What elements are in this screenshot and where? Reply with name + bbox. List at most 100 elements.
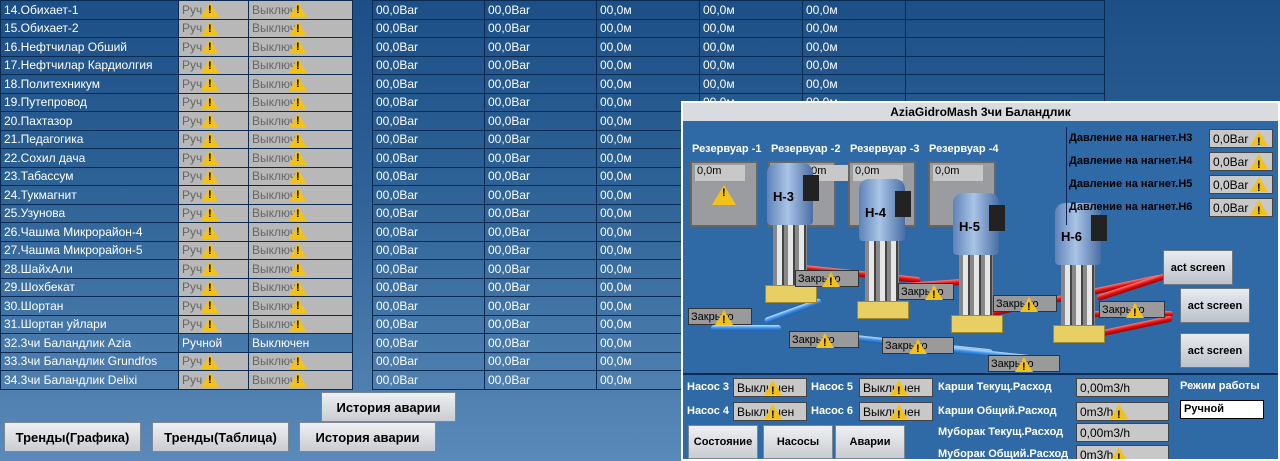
pressure-in-cell: 00,0Bar (372, 37, 485, 57)
pressure-out-cell-text: 00,0Bar (488, 206, 531, 221)
pressure-out-cell: 00,0Bar (484, 55, 597, 75)
warning-icon (822, 272, 840, 291)
station-name-cell: 24.Тукмагнит (0, 185, 179, 205)
level-1-cell-text: 00,0м (600, 2, 632, 17)
state-cell: Выключ (248, 296, 353, 316)
valve-status[interactable]: Закрыто (993, 295, 1057, 316)
reservoir-3-label: Резервуар -3 (850, 143, 920, 155)
mode-cell: Руч (178, 370, 249, 390)
pressure-in-cell: 00,0Bar (372, 203, 485, 223)
level-3-cell-text: 00,0м (806, 58, 838, 73)
warning-icon (201, 279, 219, 295)
pressure-in-cell-text: 00,0Bar (376, 76, 419, 91)
state-cell-text: Выключен (252, 335, 310, 350)
valve-status[interactable]: Закрыто (795, 270, 859, 291)
pressure-in-cell: 00,0Bar (372, 55, 485, 75)
mode-cell-text: Руч (182, 95, 203, 110)
karshi-total-flow-value: 0m3/h (1076, 402, 1169, 425)
mode-cell: Руч (178, 74, 249, 94)
pump-h5[interactable]: Н-5 (947, 193, 1007, 335)
trends-graph-button[interactable]: Тренды(Графика) (4, 422, 141, 452)
valve-status[interactable]: Закрыто (882, 337, 954, 358)
act-screen-button-3[interactable]: act screen (1180, 333, 1250, 368)
level-1-cell: 00,0м (596, 37, 700, 57)
warning-icon (201, 150, 219, 165)
warning-icon (715, 310, 733, 329)
level-1-cell-text: 00,0м (600, 169, 632, 184)
valve-status[interactable]: Закрыто (898, 283, 954, 304)
table-row[interactable]: 17.Нефтчилар Кардиолгия Руч Выключ 00,0Bar 0… (0, 55, 1105, 75)
state-cell: Выключ (248, 240, 353, 260)
station-name-cell: 20.Пахтазор (0, 111, 179, 131)
valve-status[interactable]: Закрыто (688, 308, 752, 329)
pressure-out-cell: 00,0Bar (484, 351, 597, 371)
alarms-tab-button[interactable]: Аварии (835, 425, 905, 459)
pressure-in-cell-text: 00,0Bar (376, 187, 419, 202)
pump-base (857, 301, 909, 319)
warning-icon (289, 2, 307, 17)
valve-status[interactable]: Закрыто (1099, 301, 1165, 322)
mode-cell: Руч (178, 259, 249, 279)
act-screen-button-1[interactable]: act screen (1163, 250, 1233, 285)
valve-status[interactable]: Закрыто (988, 355, 1060, 376)
pressure-out-cell: 00,0Bar (484, 148, 597, 168)
empty-cell (905, 37, 1105, 57)
pressure-h4-label: Давление на нагнет.Н4 (1069, 155, 1193, 167)
level-2-cell-text: 00,0м (703, 76, 735, 91)
state-cell: Выключ (248, 259, 353, 279)
station-name-cell-text: 28.ШайхАли (4, 261, 73, 276)
mode-cell-text: Руч (182, 354, 203, 369)
panel-title: AziaGidroMash 3чи Баландлик (683, 103, 1278, 121)
mode-cell: Руч (178, 18, 249, 38)
pump-h6[interactable]: Н-6 (1049, 203, 1109, 345)
warning-icon (201, 2, 219, 17)
pressure-out-cell-text: 00,0Bar (488, 113, 531, 128)
table-row[interactable]: 16.Нефтчилар Обший Руч Выключ 00,0Bar 00,0Ba… (0, 37, 1105, 57)
state-tab-button[interactable]: Состояние (688, 425, 758, 459)
pump-h5-label: Н-5 (959, 219, 980, 234)
level-1-cell: 00,0м (596, 18, 700, 38)
station-name-cell: 17.Нефтчилар Кардиолгия (0, 55, 179, 75)
level-1-cell-text: 00,0м (600, 113, 632, 128)
mode-cell-text: Руч (182, 372, 203, 387)
pressure-in-cell-text: 00,0Bar (376, 132, 419, 147)
warning-icon (1110, 404, 1128, 425)
operating-mode-field[interactable]: Ручной (1180, 400, 1264, 419)
pumps-tab-button[interactable]: Насосы (763, 425, 833, 459)
act-screen-button-2[interactable]: act screen (1180, 288, 1250, 323)
level-1-cell: 00,0м (596, 0, 700, 20)
reservoir-1-level: 0,0m (695, 165, 745, 181)
warning-icon (289, 242, 307, 258)
level-1-cell-text: 00,0м (600, 39, 632, 54)
pressure-in-cell: 00,0Bar (372, 18, 485, 38)
alarm-history-button[interactable]: История аварии (299, 422, 436, 452)
pump-5-label: Насос 5 (811, 381, 854, 393)
pressure-out-cell: 00,0Bar (484, 111, 597, 131)
trends-table-button[interactable]: Тренды(Таблица) (152, 422, 289, 452)
warning-icon (201, 20, 219, 36)
level-3-cell: 00,0м (802, 37, 906, 57)
mode-cell-text: Руч (182, 21, 203, 36)
station-name-cell-text: 23.Табассум (4, 169, 74, 184)
level-2-cell-text: 00,0м (703, 58, 735, 73)
pressure-h5-label: Давление на нагнет.Н5 (1069, 178, 1193, 190)
table-row[interactable]: 14.Обихает-1 Руч Выключ 00,0Bar 00,0Bar 00,0м… (0, 0, 1105, 20)
mode-cell-text: Руч (182, 224, 203, 239)
reservoir-2-label: Резервуар -2 (771, 143, 841, 155)
reservoir-4-level: 0,0m (933, 165, 983, 181)
warning-icon (1250, 177, 1268, 198)
warning-icon (890, 404, 908, 425)
mode-cell-text: Руч (182, 76, 203, 91)
table-row[interactable]: 18.Политехникум Руч Выключ 00,0Bar 00,0Bar 00… (0, 74, 1105, 94)
pressure-in-cell: 00,0Bar (372, 296, 485, 316)
pump-6-label: Насос 6 (811, 405, 854, 417)
pressure-in-cell: 00,0Bar (372, 185, 485, 205)
reservoir-1-tank: 0,0m (690, 161, 758, 227)
table-row[interactable]: 15.Обихает-2 Руч Выключ 00,0Bar 00,0Bar 00,0м… (0, 18, 1105, 38)
level-1-cell-text: 00,0м (600, 95, 632, 110)
valve-status[interactable]: Закрыто (789, 331, 859, 352)
alarm-history-button-top[interactable]: История аварии (321, 392, 456, 422)
empty-cell (905, 0, 1105, 20)
pressure-out-cell: 00,0Bar (484, 296, 597, 316)
station-name-cell: 23.Табассум (0, 166, 179, 186)
